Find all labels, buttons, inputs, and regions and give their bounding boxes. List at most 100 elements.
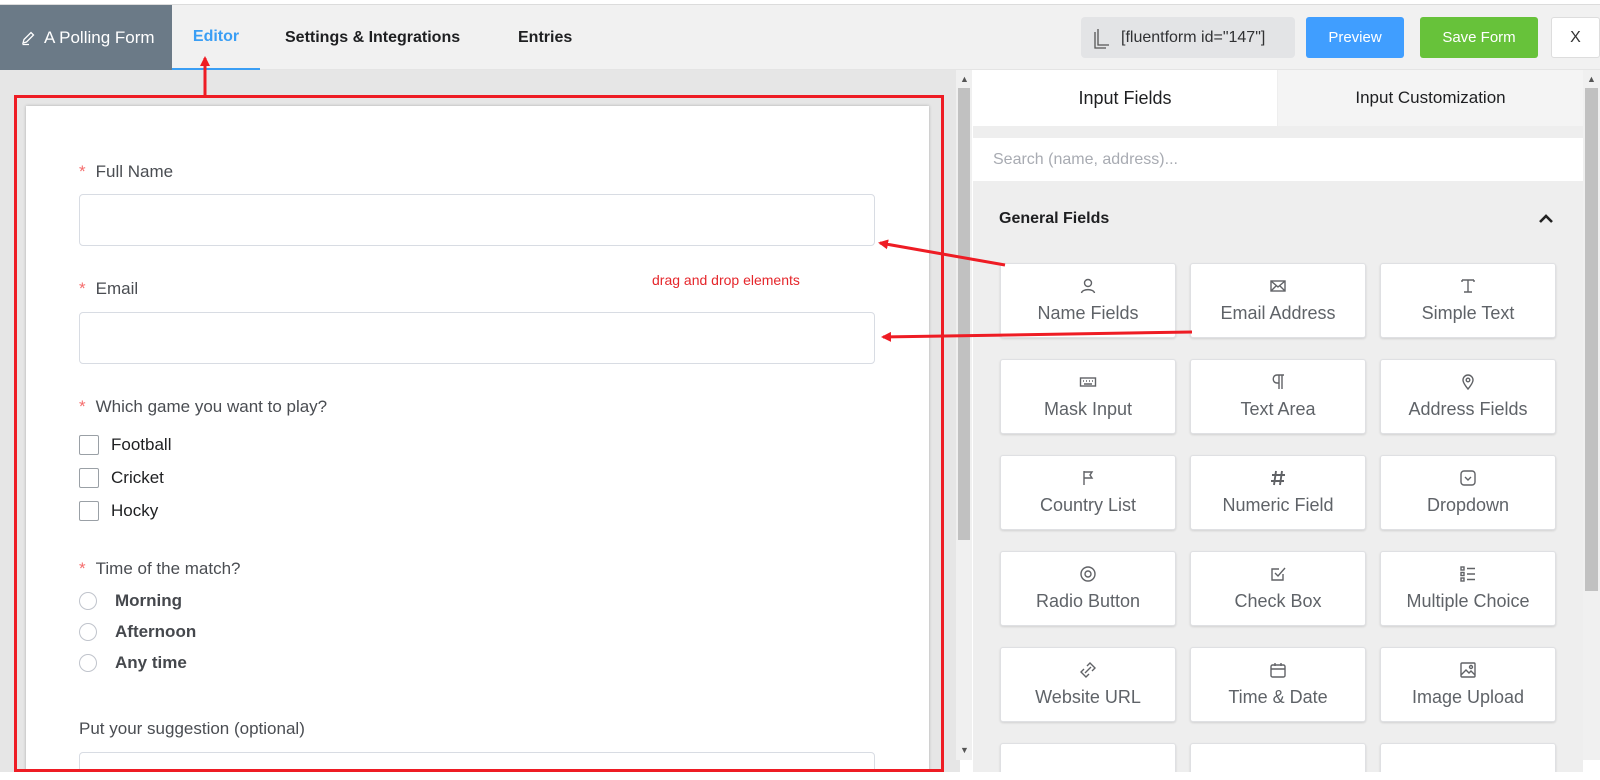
field-card-label: Country List <box>1039 495 1137 515</box>
email-input[interactable] <box>79 312 875 364</box>
radio-option-label: Afternoon <box>115 622 197 641</box>
field-card-label: Mask Input <box>1043 399 1133 419</box>
drag-drop-hint: drag and drop elements <box>652 272 800 288</box>
scroll-up-icon[interactable]: ▲ <box>960 74 969 84</box>
field-simple-text[interactable]: Simple Text <box>1380 263 1556 338</box>
chevron-up-icon[interactable] <box>1537 210 1555 228</box>
pencil-icon <box>22 31 35 45</box>
panel-scrollbar-thumb[interactable] <box>1585 88 1598 591</box>
field-numeric-field[interactable]: Numeric Field <box>1190 455 1366 530</box>
field-dropdown[interactable]: Dropdown <box>1380 455 1556 530</box>
scroll-down-icon[interactable]: ▼ <box>960 745 969 755</box>
flag-icon <box>1083 471 1094 485</box>
game-label-text: Which game you want to play? <box>95 397 328 416</box>
field-email-address[interactable]: Email Address <box>1190 263 1366 338</box>
map-pin-icon <box>1462 374 1474 391</box>
top-bar: A Polling Form Editor Settings & Integra… <box>0 4 1600 70</box>
radio[interactable] <box>79 654 97 672</box>
form-title-button[interactable]: A Polling Form <box>0 5 172 70</box>
checkbox-option-label: Hocky <box>111 501 159 520</box>
required-mark: * <box>79 279 86 298</box>
radio[interactable] <box>79 592 97 610</box>
field-card-label: Website URL <box>1035 687 1141 707</box>
field-card-label: Check Box <box>1234 591 1322 611</box>
hash-icon <box>1271 470 1285 486</box>
scroll-up-icon[interactable]: ▲ <box>1587 74 1596 84</box>
field-name-fields[interactable]: Name Fields <box>1000 263 1176 338</box>
tab-input-customization[interactable]: Input Customization <box>1278 70 1583 126</box>
field-website-url[interactable]: Website URL <box>1000 647 1176 722</box>
field-text-area[interactable]: Text Area <box>1190 359 1366 434</box>
radio-option[interactable]: Morning <box>79 591 182 611</box>
copy-icon <box>1094 28 1109 49</box>
field-card-label: Multiple Choice <box>1406 591 1530 611</box>
checkbox[interactable] <box>79 468 99 488</box>
field-card-label: Numeric Field <box>1222 495 1334 515</box>
field-image-upload[interactable]: Image Upload <box>1380 647 1556 722</box>
checkbox[interactable] <box>79 435 99 455</box>
field-mask-input[interactable]: Mask Input <box>1000 359 1176 434</box>
tab-input-fields[interactable]: Input Fields <box>973 70 1277 126</box>
preview-button[interactable]: Preview <box>1306 17 1404 58</box>
checkbox-option-label: Football <box>111 435 172 454</box>
radio-option-label: Any time <box>115 653 187 672</box>
radio-option[interactable]: Afternoon <box>79 622 196 642</box>
tab-settings-integrations[interactable]: Settings & Integrations <box>285 5 460 70</box>
field-country-list[interactable]: Country List <box>1000 455 1176 530</box>
text-cursor-icon <box>1461 279 1475 293</box>
suggestion-label: Put your suggestion (optional) <box>79 719 305 738</box>
required-mark: * <box>79 559 86 578</box>
shortcode-text: [fluentform id="147"] <box>1121 28 1266 46</box>
email-label: * Email <box>79 279 138 299</box>
full-name-input[interactable] <box>79 194 875 246</box>
checkbox-icon <box>1271 567 1286 581</box>
user-icon <box>1080 278 1096 294</box>
dropdown-icon <box>1460 470 1476 486</box>
checkbox[interactable] <box>79 501 99 521</box>
game-label: * Which game you want to play? <box>79 397 327 417</box>
field-card-label: Name Fields <box>1037 303 1139 323</box>
field-search-input[interactable] <box>973 138 1583 181</box>
field-time-date[interactable]: Time & Date <box>1190 647 1366 722</box>
list-icon <box>1460 566 1475 582</box>
editor-scrollbar-thumb[interactable] <box>958 88 970 540</box>
checkbox-option[interactable]: Hocky <box>79 501 158 521</box>
field-card-label: Radio Button <box>1035 591 1141 611</box>
envelope-icon <box>1270 280 1286 292</box>
paragraph-icon <box>1272 374 1284 389</box>
save-form-button[interactable]: Save Form <box>1420 17 1538 58</box>
bottom-strip <box>0 772 1600 780</box>
field-card-label: Dropdown <box>1426 495 1510 515</box>
link-icon <box>1080 662 1096 678</box>
image-icon <box>1460 662 1476 678</box>
checkbox-option-label: Cricket <box>111 468 164 487</box>
match-time-label-text: Time of the match? <box>95 559 241 578</box>
form-builder-app: A Polling Form Editor Settings & Integra… <box>0 0 1600 780</box>
form-title: A Polling Form <box>44 27 155 47</box>
full-name-label-text: Full Name <box>95 162 174 181</box>
email-label-text: Email <box>95 279 139 298</box>
radio-option-label: Morning <box>115 591 183 610</box>
field-radio-button[interactable]: Radio Button <box>1000 551 1176 626</box>
tab-editor[interactable]: Editor <box>172 5 260 70</box>
general-fields-header[interactable]: General Fields <box>999 210 1109 228</box>
required-mark: * <box>79 397 86 416</box>
close-button[interactable]: X <box>1551 17 1600 58</box>
checkbox-option[interactable]: Cricket <box>79 468 164 488</box>
field-check-box[interactable]: Check Box <box>1190 551 1366 626</box>
required-mark: * <box>79 162 86 181</box>
field-card-label: Simple Text <box>1421 303 1515 323</box>
radio-option[interactable]: Any time <box>79 653 187 673</box>
field-multiple-choice[interactable]: Multiple Choice <box>1380 551 1556 626</box>
tab-entries[interactable]: Entries <box>518 5 572 70</box>
field-card-label: Text Area <box>1240 399 1316 419</box>
field-card-label: Address Fields <box>1408 399 1528 419</box>
match-time-label: * Time of the match? <box>79 559 241 579</box>
full-name-label: * Full Name <box>79 162 173 182</box>
checkbox-option[interactable]: Football <box>79 435 171 455</box>
shortcode-copy-button[interactable]: [fluentform id="147"] <box>1081 17 1295 58</box>
calendar-icon <box>1270 663 1286 678</box>
radio[interactable] <box>79 623 97 641</box>
field-address-fields[interactable]: Address Fields <box>1380 359 1556 434</box>
field-card-label: Image Upload <box>1411 687 1525 707</box>
